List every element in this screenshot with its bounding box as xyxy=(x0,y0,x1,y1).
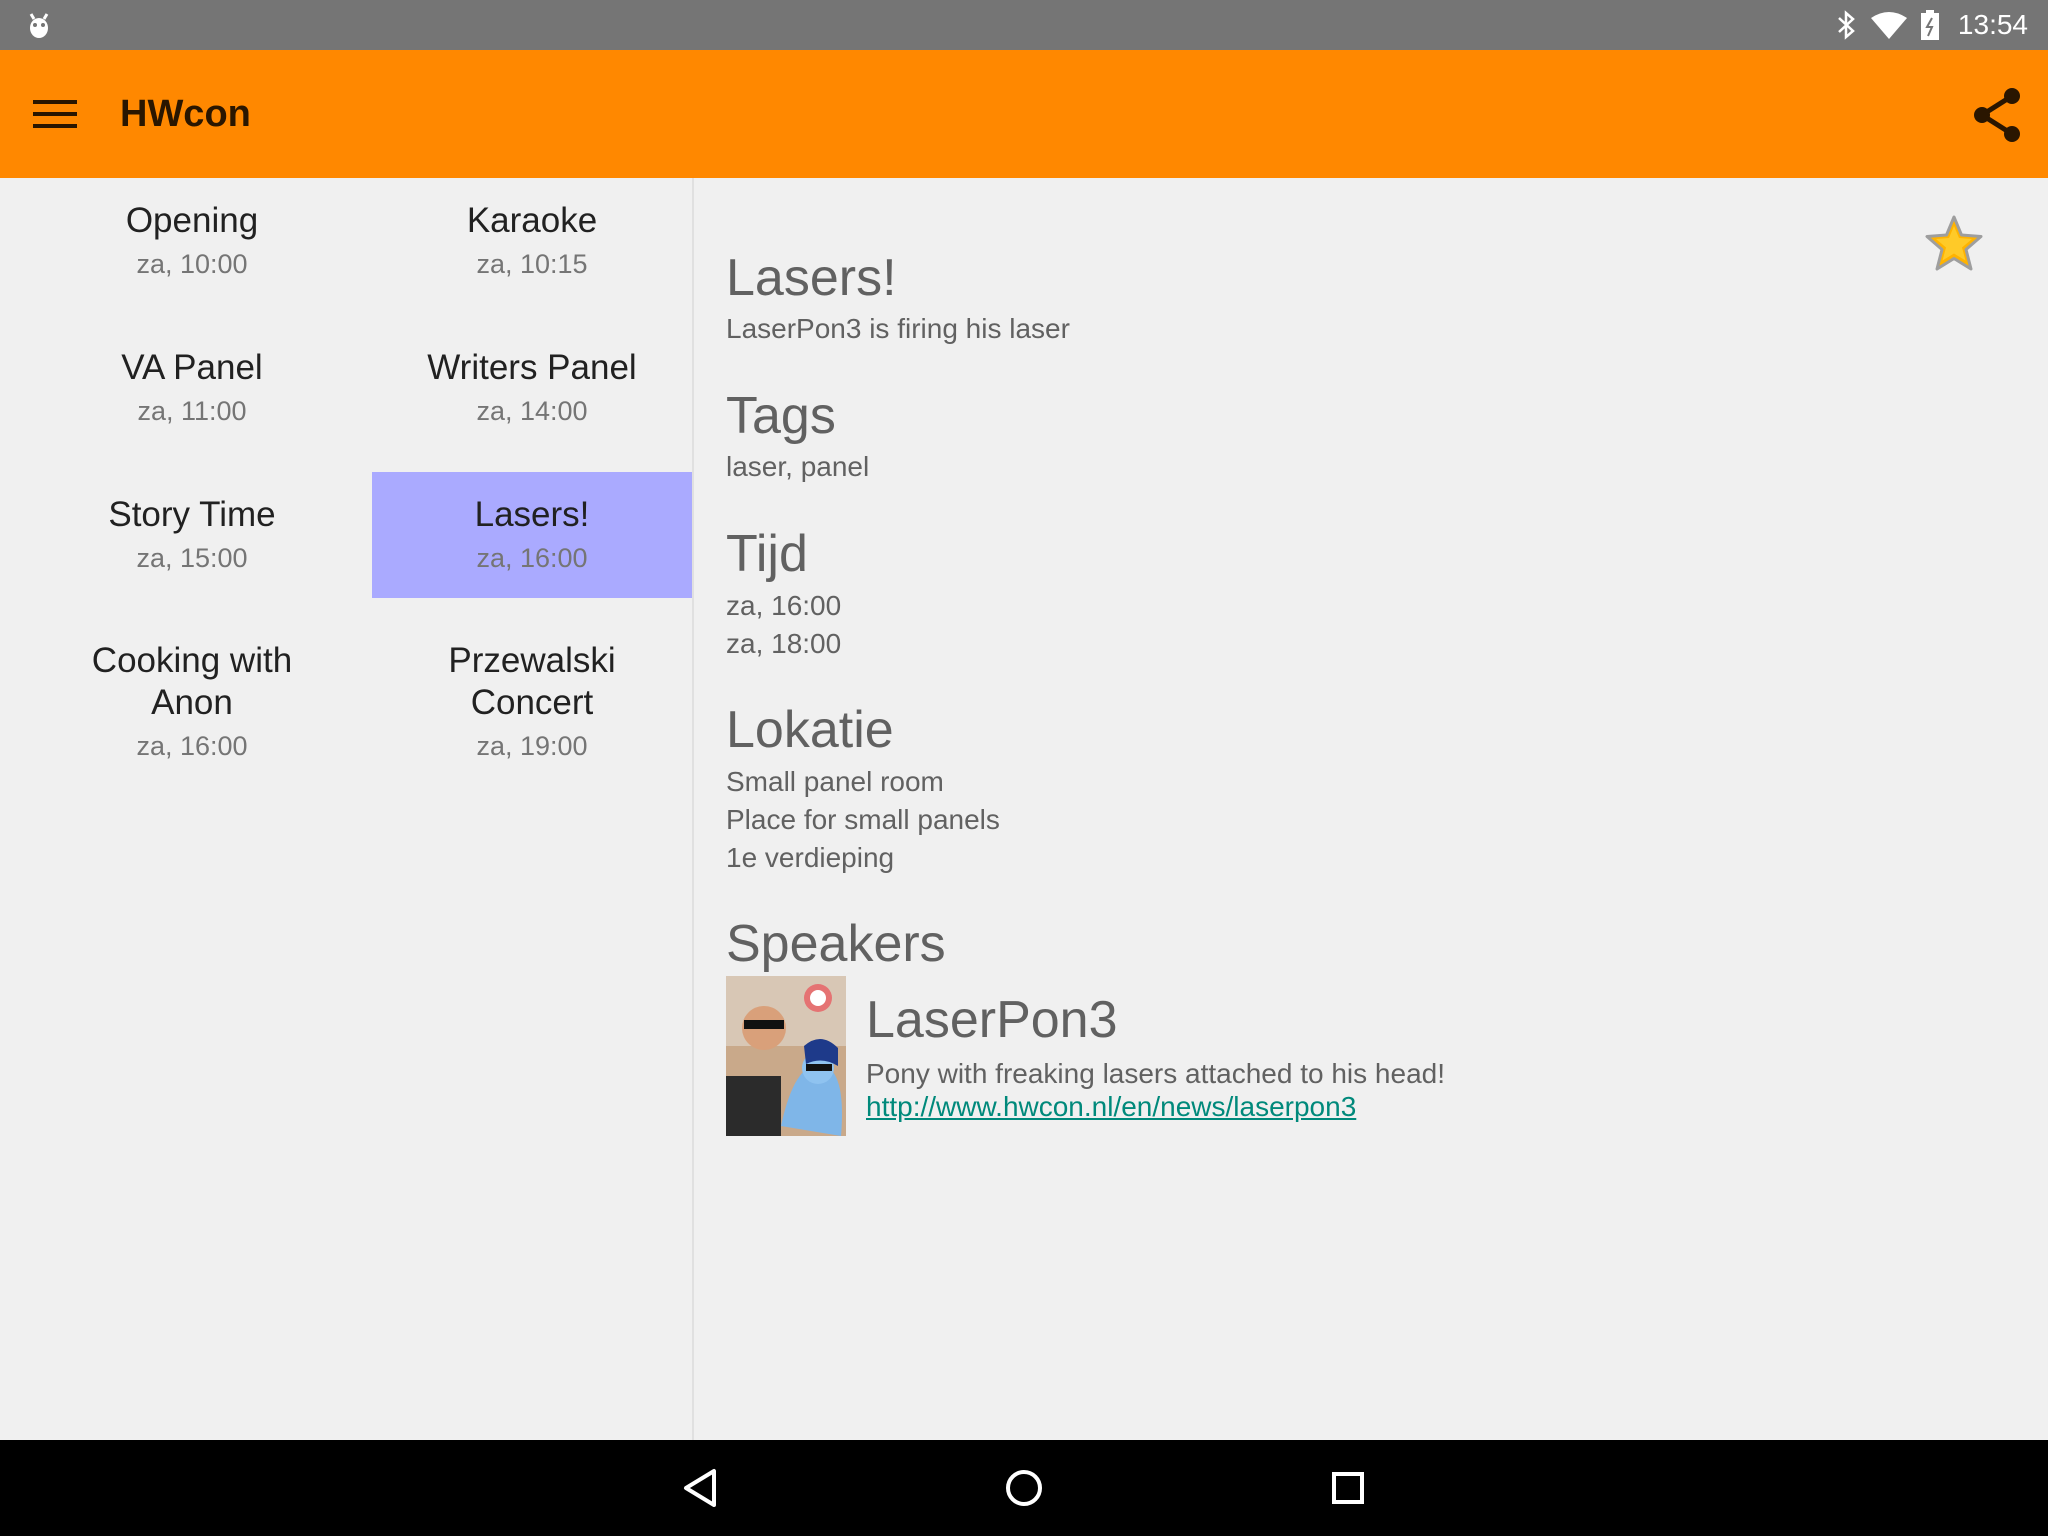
back-button[interactable] xyxy=(672,1460,728,1516)
event-time: za, 10:15 xyxy=(476,249,588,279)
app-toolbar: HWcon xyxy=(0,50,2048,178)
event-detail: Lasers! LaserPon3 is firing his laser Ta… xyxy=(726,178,2006,1440)
event-cell-story-time[interactable]: Story Time za, 15:00 xyxy=(32,472,352,598)
speaker-link[interactable]: http://www.hwcon.nl/en/news/laserpon3 xyxy=(866,1091,1356,1123)
bluetooth-icon xyxy=(1838,10,1855,40)
app-title: HWcon xyxy=(120,93,251,135)
main-content: Opening za, 10:00 Karaoke za, 10:15 VA P… xyxy=(0,178,2048,1440)
tags-value: laser, panel xyxy=(726,451,870,482)
event-title-line-1: Przewalski xyxy=(448,641,616,680)
speaker-name: LaserPon3 xyxy=(866,991,1118,1049)
battery-icon xyxy=(1920,10,1939,40)
time-heading: Tijd xyxy=(726,525,808,583)
wifi-icon xyxy=(1870,12,1907,39)
event-title-line-2: Anon xyxy=(151,683,233,722)
star-icon[interactable] xyxy=(1924,214,1984,274)
event-time: za, 16:00 xyxy=(476,543,588,573)
event-title: Lasers! xyxy=(474,495,590,534)
event-cell-cooking-with-anon[interactable]: Cooking with Anon za, 16:00 xyxy=(32,640,352,800)
event-time: za, 19:00 xyxy=(476,731,588,761)
tags-heading: Tags xyxy=(726,387,836,445)
home-button[interactable] xyxy=(996,1460,1052,1516)
status-bar: 13:54 xyxy=(0,0,2048,50)
speakers-heading: Speakers xyxy=(726,915,946,973)
event-title-line-2: Concert xyxy=(470,683,594,722)
event-time: za, 15:00 xyxy=(136,543,248,573)
event-time: za, 16:00 xyxy=(136,731,248,761)
event-grid: Opening za, 10:00 Karaoke za, 10:15 VA P… xyxy=(0,178,694,1440)
menu-icon xyxy=(33,100,77,128)
event-title: Karaoke xyxy=(466,201,598,240)
event-time: za, 11:00 xyxy=(137,396,247,426)
time-start: za, 16:00 xyxy=(726,590,842,621)
speaker-bio: Pony with freaking lasers attached to hi… xyxy=(866,1058,1446,1089)
clock: 13:54 xyxy=(1957,9,2028,40)
location-name: Small panel room xyxy=(726,766,944,797)
system-nav-bar xyxy=(0,1440,2048,1536)
event-title: Lasers! xyxy=(726,249,897,307)
event-cell-lasers-selected[interactable]: Lasers! za, 16:00 xyxy=(372,472,692,598)
event-time: za, 14:00 xyxy=(476,396,588,426)
event-title: Opening xyxy=(125,201,259,240)
event-cell-va-panel[interactable]: VA Panel za, 11:00 xyxy=(32,347,352,465)
share-icon[interactable] xyxy=(1968,86,2026,144)
speaker-avatar[interactable] xyxy=(726,976,846,1136)
location-floor: 1e verdieping xyxy=(726,842,895,873)
event-cell-opening[interactable]: Opening za, 10:00 xyxy=(32,200,352,318)
menu-button[interactable] xyxy=(24,86,86,142)
event-title-line-1: Cooking with xyxy=(91,641,293,680)
event-title: Story Time xyxy=(108,495,276,534)
location-heading: Lokatie xyxy=(726,701,894,759)
location-description: Place for small panels xyxy=(726,804,1000,835)
time-end: za, 18:00 xyxy=(726,628,842,659)
debug-icon xyxy=(29,13,49,38)
event-cell-karaoke[interactable]: Karaoke za, 10:15 xyxy=(372,200,692,318)
event-title: Writers Panel xyxy=(427,348,637,387)
event-cell-przewalski-concert[interactable]: Przewalski Concert za, 19:00 xyxy=(372,640,692,800)
event-title: VA Panel xyxy=(121,348,263,387)
recents-icon xyxy=(1332,1472,1364,1504)
home-icon xyxy=(1006,1470,1042,1506)
back-icon xyxy=(684,1469,716,1507)
event-description: LaserPon3 is firing his laser xyxy=(726,313,1070,344)
event-time: za, 10:00 xyxy=(136,249,248,279)
recents-button[interactable] xyxy=(1320,1460,1376,1516)
event-cell-writers-panel[interactable]: Writers Panel za, 14:00 xyxy=(372,347,692,465)
